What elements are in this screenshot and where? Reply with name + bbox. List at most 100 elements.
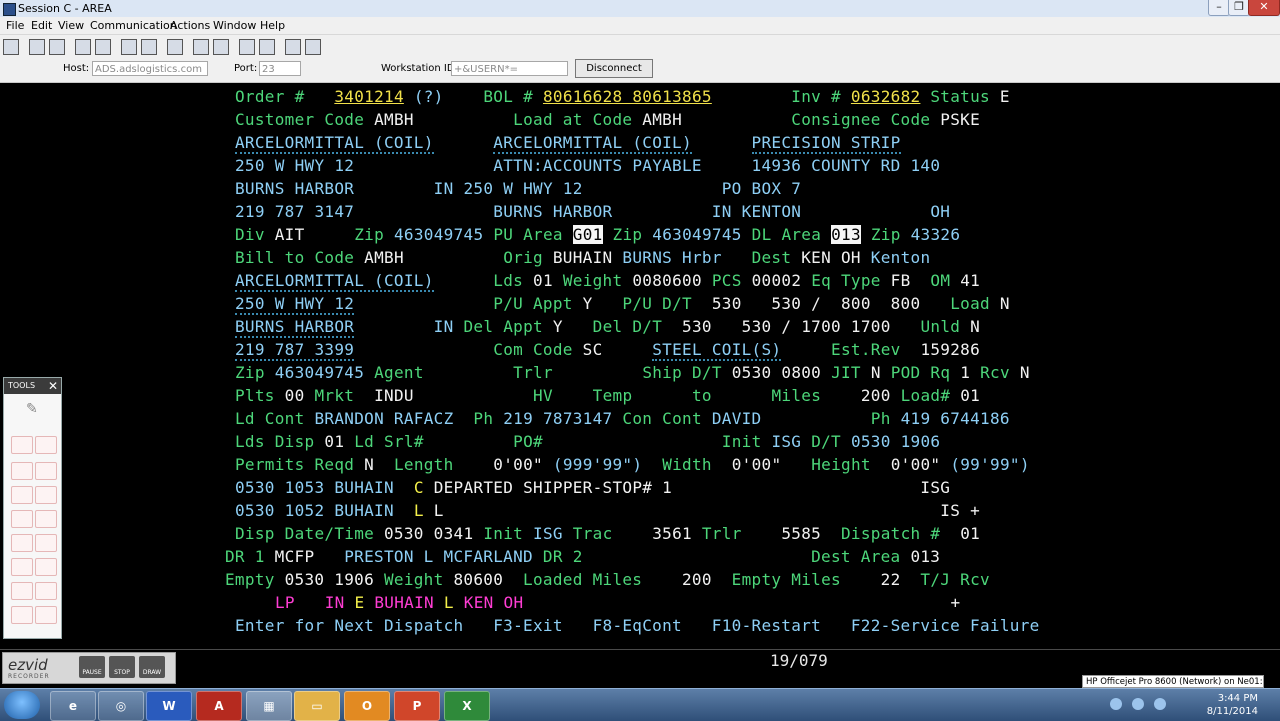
row-contacts: Ld Cont BRANDON RAFACZ Ph 219 7873147 Co… <box>235 409 1010 428</box>
menu-edit[interactable]: Edit <box>31 19 52 32</box>
folder-icon[interactable]: ▭ <box>294 691 340 721</box>
macro-edit-icon[interactable] <box>259 39 275 55</box>
row-event-2: 0530 1052 BUHAIN L L IS + <box>235 501 981 520</box>
row-zip-agent: Zip 463049745 Agent Trlr Ship D/T 0530 0… <box>235 363 1030 382</box>
sticker-icon[interactable] <box>11 534 33 552</box>
ezvid-logo: ezvid <box>8 656 48 674</box>
taskbar: e ◎ W A ▦ ▭ O P X 3:44 PM 8/11/2014 <box>0 688 1280 721</box>
close-icon[interactable]: ✕ <box>48 378 58 394</box>
terminal-screen[interactable]: Order # 3401214 (?) BOL # 80616628 80613… <box>0 83 1280 649</box>
sticker-icon[interactable] <box>35 582 57 600</box>
toolbar <box>0 34 1280 59</box>
row-event-1: 0530 1053 BUHAIN C DEPARTED SHIPPER-STOP… <box>235 478 951 497</box>
menu-window[interactable]: Window <box>213 19 256 32</box>
balloon-icon[interactable] <box>35 510 57 528</box>
arrow-down-icon[interactable] <box>35 486 57 504</box>
order-number[interactable]: 3401214 <box>334 87 404 106</box>
volume-icon[interactable] <box>1154 698 1166 710</box>
send-file-icon[interactable] <box>75 39 91 55</box>
pen-icon[interactable]: ✎ <box>26 402 40 416</box>
inv-number[interactable]: 0632682 <box>851 87 921 106</box>
sticker-icon[interactable] <box>35 606 57 624</box>
outlook-icon[interactable]: O <box>344 691 390 721</box>
row-div-zip: Div AIT Zip 463049745 PU Area G01 Zip 46… <box>235 225 961 244</box>
receive-file-icon[interactable] <box>95 39 111 55</box>
port-label: Port: <box>234 63 258 74</box>
row-pu-appt: 250 W HWY 12 P/U Appt Y P/U D/T 530 530 … <box>235 294 1010 315</box>
close-icon[interactable]: ✕ <box>1248 0 1280 16</box>
maximize-icon[interactable]: ❐ <box>1228 0 1250 16</box>
menu-help[interactable]: Help <box>260 19 285 32</box>
ie-icon[interactable]: e <box>50 691 96 721</box>
paste-icon[interactable] <box>49 39 65 55</box>
sticker-icon[interactable] <box>11 582 33 600</box>
menu-bar: File Edit View Communication Actions Win… <box>0 17 1280 34</box>
row-lds: ARCELORMITTAL (COIL) Lds 01 Weight 00806… <box>235 271 981 292</box>
port-field[interactable]: 23 <box>259 61 301 76</box>
pu-area-field[interactable]: G01 <box>572 225 603 244</box>
fail-icon[interactable] <box>35 534 57 552</box>
window-icon[interactable] <box>141 39 157 55</box>
dl-area-field[interactable]: 013 <box>831 225 861 244</box>
row-lp: LP IN E BUHAIN L KEN OH + <box>275 593 961 612</box>
word-icon[interactable]: W <box>146 691 192 721</box>
display-icon[interactable] <box>121 39 137 55</box>
menu-actions[interactable]: Actions <box>170 19 210 32</box>
row-del-appt: BURNS HARBOR IN Del Appt Y Del D/T 530 5… <box>235 317 981 338</box>
row-name: ARCELORMITTAL (COIL) ARCELORMITTAL (COIL… <box>235 133 901 154</box>
workstation-field[interactable]: +&USERN*= <box>451 61 568 76</box>
minimize-icon[interactable]: – <box>1208 0 1230 16</box>
macro-play-icon[interactable] <box>239 39 255 55</box>
powerpoint-icon[interactable]: P <box>394 691 440 721</box>
arrow-up-icon[interactable] <box>11 486 33 504</box>
start-button[interactable] <box>4 691 40 719</box>
macro-record-icon[interactable] <box>193 39 209 55</box>
window-title: Session C - AREA <box>18 2 112 15</box>
network-icon[interactable] <box>1132 698 1144 710</box>
globe-icon[interactable] <box>285 39 301 55</box>
pdf-icon[interactable]: A <box>196 691 242 721</box>
app-icon <box>3 3 16 16</box>
ezvid-sub: RECORDER <box>8 673 50 680</box>
host-field[interactable]: ADS.adslogistics.com <box>92 61 208 76</box>
status-row <box>0 649 1280 674</box>
cursor-position: 19/079 <box>770 651 828 670</box>
stop-button[interactable]: STOP <box>109 656 135 678</box>
copy-icon[interactable] <box>29 39 45 55</box>
sticker-icon[interactable] <box>11 558 33 576</box>
function-keys-line[interactable]: Enter for Next Dispatch F3-Exit F8-EqCon… <box>235 615 1040 637</box>
draw-button[interactable]: DRAW <box>139 656 165 678</box>
arrow-right-icon[interactable] <box>35 462 57 480</box>
clock[interactable]: 3:44 PM 8/11/2014 <box>1207 692 1258 718</box>
host-label: Host: <box>63 63 90 74</box>
menu-communication[interactable]: Communication <box>90 19 177 32</box>
clock-date: 8/11/2014 <box>1206 706 1258 717</box>
keyboard-icon[interactable] <box>167 39 183 55</box>
menu-file[interactable]: File <box>6 19 24 32</box>
sticker-icon[interactable] <box>35 558 57 576</box>
macro-stop-icon[interactable] <box>213 39 229 55</box>
thumbs-up-icon[interactable] <box>11 436 33 454</box>
row-city: BURNS HARBOR IN 250 W HWY 12 PO BOX 7 <box>235 179 802 198</box>
printer-status: HP Officejet Pro 8600 (Network) on Ne01: <box>1082 675 1264 688</box>
flag-icon[interactable] <box>11 510 33 528</box>
bol-number[interactable]: 80616628 80613865 <box>543 87 712 106</box>
disconnect-button[interactable]: Disconnect <box>575 59 653 78</box>
row-empty: Empty 0530 1906 Weight 80600 Loaded Mile… <box>225 570 990 589</box>
row-com: 219 787 3399 Com Code SC STEEL COIL(S) E… <box>235 340 981 361</box>
terminal-app-icon[interactable]: ▦ <box>246 691 292 721</box>
chrome-icon[interactable]: ◎ <box>98 691 144 721</box>
row-address: 250 W HWY 12 ATTN:ACCOUNTS PAYABLE 14936… <box>235 156 941 175</box>
tray-icon[interactable] <box>1110 698 1122 710</box>
sticker-icon[interactable] <box>11 606 33 624</box>
help-icon[interactable] <box>305 39 321 55</box>
row-codes: Customer Code AMBH Load at Code AMBH Con… <box>235 110 981 129</box>
excel-icon[interactable]: X <box>444 691 490 721</box>
row-bill: Bill to Code AMBH Orig BUHAIN BURNS Hrbr… <box>235 248 931 267</box>
thumbs-down-icon[interactable] <box>35 436 57 454</box>
arrow-left-icon[interactable] <box>11 462 33 480</box>
pause-button[interactable]: PAUSE <box>79 656 105 678</box>
window-titlebar: Session C - AREA – ❐ ✕ <box>0 0 1280 18</box>
print-screen-icon[interactable] <box>3 39 19 55</box>
menu-view[interactable]: View <box>58 19 84 32</box>
